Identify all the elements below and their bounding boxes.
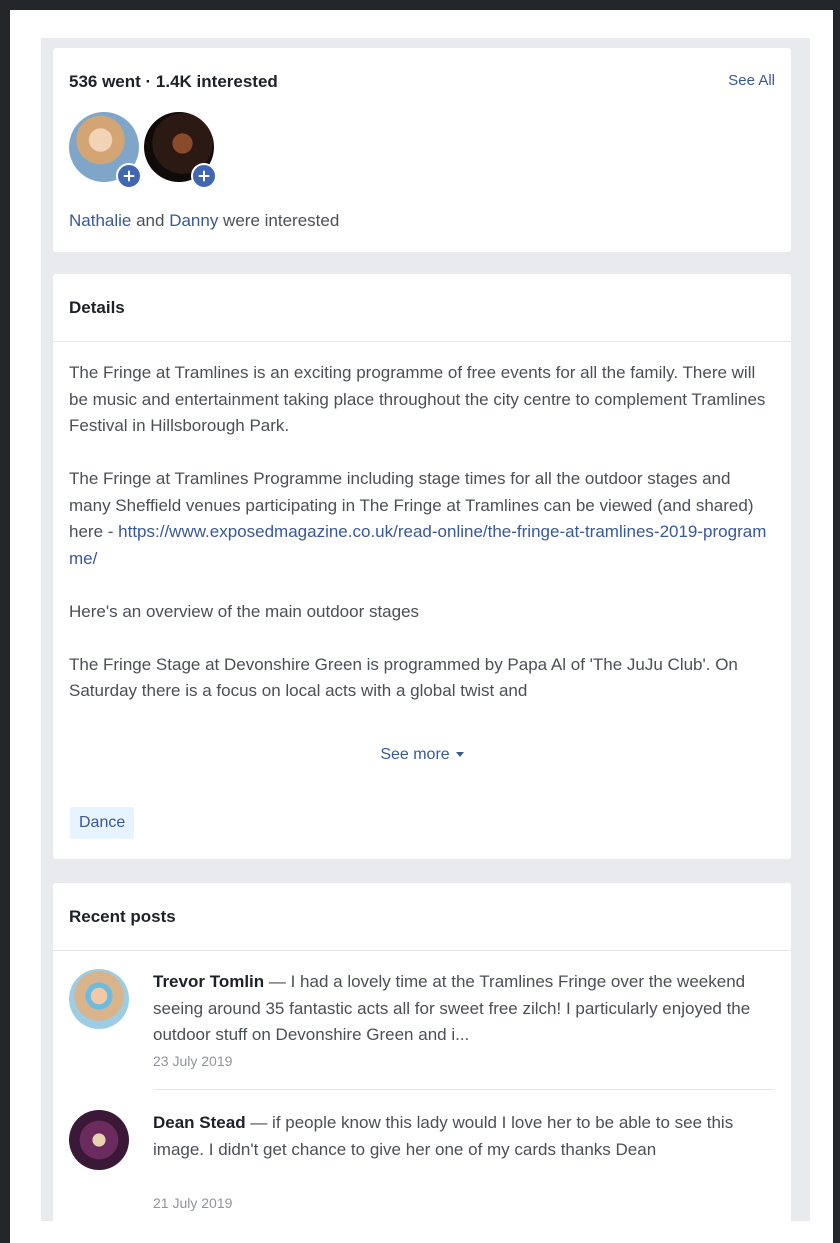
going-card: 536 went · 1.4K interested See All Natha… (53, 48, 791, 252)
divider (53, 341, 791, 342)
event-feed: 536 went · 1.4K interested See All Natha… (41, 38, 810, 1221)
description-fade (53, 704, 791, 728)
caret-down-icon (455, 752, 464, 758)
and-text: and (131, 211, 170, 230)
see-all-link[interactable]: See All (728, 72, 775, 89)
friends-interested-text: Nathalie and Danny were interested (69, 211, 339, 231)
post-date[interactable]: 21 July 2019 (153, 1195, 232, 1211)
programme-link[interactable]: https://www.exposedmagazine.co.uk/read-o… (69, 522, 766, 568)
see-more-label: See more (380, 746, 450, 763)
friend-link-danny[interactable]: Danny (169, 211, 218, 230)
description-paragraph: The Fringe Stage at Devonshire Green is … (69, 654, 738, 701)
divider (153, 1089, 775, 1090)
description-paragraph: Here's an overview of the main outdoor s… (69, 601, 420, 621)
going-summary: 536 went · 1.4K interested (69, 72, 278, 91)
category-tag-dance[interactable]: Dance (70, 807, 135, 839)
screenshot-frame: 536 went · 1.4K interested See All Natha… (10, 10, 833, 1243)
recent-posts-heading: Recent posts (69, 907, 176, 926)
post-body: Dean Stead — if people know this lady wo… (153, 1110, 775, 1163)
interested-badge-icon (191, 163, 217, 189)
friend-link-nathalie[interactable]: Nathalie (69, 211, 131, 230)
post-author-avatar[interactable] (69, 1110, 129, 1170)
post-author-link[interactable]: Trevor Tomlin (153, 972, 264, 991)
post-author-link[interactable]: Dean Stead (153, 1113, 246, 1132)
see-more-button[interactable]: See more (53, 746, 791, 764)
recent-posts-card: Recent posts Trevor Tomlin — I had a lov… (53, 883, 791, 1221)
post-author-avatar[interactable] (69, 969, 129, 1029)
post-body: Trevor Tomlin — I had a lovely time at t… (153, 969, 775, 1049)
post-date[interactable]: 23 July 2019 (153, 1053, 232, 1069)
details-heading: Details (69, 298, 125, 317)
interested-badge-icon (116, 163, 142, 189)
divider (53, 950, 791, 951)
description-paragraph: The Fringe at Tramlines Programme includ… (69, 466, 775, 572)
description-paragraph: The Fringe at Tramlines is an exciting p… (69, 363, 766, 435)
were-interested-text: were interested (218, 211, 340, 230)
details-card: Details The Fringe at Tramlines is an ex… (53, 274, 791, 859)
event-description: The Fringe at Tramlines is an exciting p… (69, 360, 775, 726)
